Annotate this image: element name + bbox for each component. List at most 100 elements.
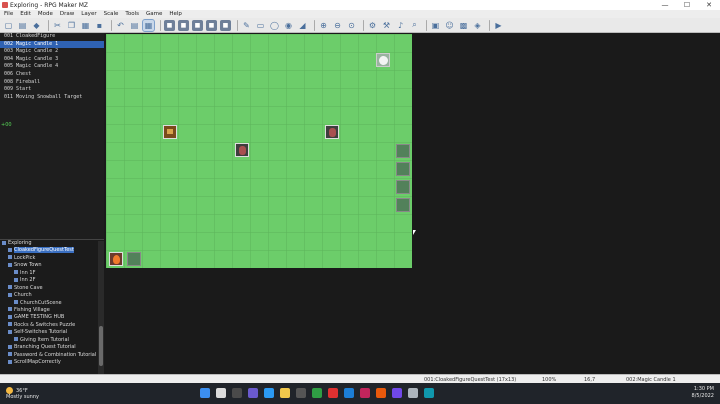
rectangle-icon[interactable]: ▭: [255, 20, 266, 31]
map-tree-item[interactable]: Church: [0, 292, 104, 299]
chest-event-tile[interactable]: [163, 125, 177, 139]
event-item[interactable]: 003 Magic Candle 2: [0, 48, 104, 56]
map-tree-item[interactable]: ScrollMapCorrectly: [0, 359, 104, 366]
map-editor-canvas[interactable]: [104, 33, 720, 374]
event-searcher-icon[interactable]: ⌕: [409, 20, 420, 31]
map-tree-item[interactable]: Password & Combination Tutorial: [0, 352, 104, 359]
minimize-button[interactable]: —: [654, 0, 676, 10]
menu-file[interactable]: File: [4, 11, 13, 17]
edge-icon[interactable]: [264, 388, 274, 398]
resource-manager-icon[interactable]: ▣: [430, 20, 441, 31]
layer-d-icon[interactable]: ■: [206, 19, 217, 31]
menu-layer[interactable]: Layer: [81, 11, 96, 17]
options-icon[interactable]: ▩: [458, 20, 469, 31]
menu-help[interactable]: Help: [169, 11, 182, 17]
open-project-icon[interactable]: ▤: [17, 20, 28, 31]
new-project-icon[interactable]: ▢: [3, 20, 14, 31]
magic-candle-event-tile[interactable]: [396, 162, 410, 176]
store-icon[interactable]: [296, 388, 306, 398]
file-explorer-icon[interactable]: [280, 388, 290, 398]
map-grid[interactable]: [106, 34, 412, 268]
pencil-icon[interactable]: ✎: [241, 20, 252, 31]
menu-draw[interactable]: Draw: [60, 11, 74, 17]
map-tree-root[interactable]: Exploring: [0, 240, 104, 247]
maximize-button[interactable]: ☐: [676, 0, 698, 10]
game-folder-icon[interactable]: ◈: [472, 20, 483, 31]
magic-candle-event-tile[interactable]: [396, 144, 410, 158]
event-item[interactable]: 008 Fireball: [0, 79, 104, 87]
plugin-manager-icon[interactable]: ⚒: [381, 20, 392, 31]
menu-mode[interactable]: Mode: [38, 11, 53, 17]
zoom-actual-icon[interactable]: ⊙: [346, 20, 357, 31]
excel-icon[interactable]: [312, 388, 322, 398]
save-project-icon[interactable]: ◆: [31, 20, 42, 31]
close-button[interactable]: ✕: [698, 0, 720, 10]
layer-c-icon[interactable]: ■: [192, 19, 203, 31]
app-icon[interactable]: [408, 388, 418, 398]
map-tree-item[interactable]: Rocks & Switches Puzzle: [0, 322, 104, 329]
character-generator-icon[interactable]: ☺: [444, 20, 455, 31]
playtest-icon[interactable]: ▶: [493, 20, 504, 31]
cut-icon[interactable]: ✂: [52, 20, 63, 31]
event-item[interactable]: 004 Magic Candle 3: [0, 56, 104, 64]
event-item-selected[interactable]: 002 Magic Candle 1: [0, 40, 104, 49]
zoom-out-icon[interactable]: ⊖: [332, 20, 343, 31]
rpgmaker-icon[interactable]: [424, 388, 434, 398]
layer-a-icon[interactable]: ■: [164, 19, 175, 31]
map-tree-item[interactable]: ChurchCutScene: [0, 300, 104, 307]
map-tree-item[interactable]: Stone Cave: [0, 285, 104, 292]
search-icon[interactable]: [216, 388, 226, 398]
layer-e-icon[interactable]: ■: [220, 19, 231, 31]
fireball-event-tile[interactable]: [109, 252, 123, 266]
map-tree-item[interactable]: Snow Town: [0, 262, 104, 269]
undo-icon[interactable]: ↶: [115, 20, 126, 31]
ellipse-icon[interactable]: ◯: [269, 20, 280, 31]
scrollbar-thumb[interactable]: [99, 326, 103, 366]
magic-candle-event-tile[interactable]: [396, 198, 410, 212]
app-icon[interactable]: [360, 388, 370, 398]
copy-icon[interactable]: ❐: [66, 20, 77, 31]
character-event-tile[interactable]: [235, 143, 249, 157]
menu-edit[interactable]: Edit: [20, 11, 31, 17]
widgets-icon[interactable]: [248, 388, 258, 398]
magic-candle-event-tile[interactable]: [396, 180, 410, 194]
sound-test-icon[interactable]: ♪: [395, 20, 406, 31]
layer-b-icon[interactable]: ■: [178, 19, 189, 31]
menu-tools[interactable]: Tools: [125, 11, 139, 17]
shadow-pen-icon[interactable]: ◢: [297, 20, 308, 31]
cloaked-figure-event-tile[interactable]: [325, 125, 339, 139]
task-view-icon[interactable]: [232, 388, 242, 398]
map-tree-item[interactable]: Giving Item Tutorial: [0, 337, 104, 344]
map-tree-item[interactable]: Inn 2F: [0, 277, 104, 284]
app-icon[interactable]: [376, 388, 386, 398]
event-item[interactable]: 005 Magic Candle 4: [0, 63, 104, 71]
map-tree-item[interactable]: GAME TESTING HUB: [0, 314, 104, 321]
start-event-tile[interactable]: [127, 252, 141, 266]
map-tree-item[interactable]: Branching Quest Tutorial: [0, 344, 104, 351]
fill-icon[interactable]: ◉: [283, 20, 294, 31]
delete-icon[interactable]: ▪: [94, 20, 105, 31]
event-item[interactable]: 009 Start: [0, 86, 104, 94]
weather-widget[interactable]: 36°F Mostly sunny: [6, 387, 39, 400]
event-item[interactable]: 011 Moving Snowball Target: [0, 94, 104, 102]
system-clock[interactable]: 1:30 PM 8/5/2022: [692, 386, 714, 400]
map-tree-item[interactable]: LockPick: [0, 255, 104, 262]
map-tree-item[interactable]: Inn 1F: [0, 270, 104, 277]
map-mode-icon[interactable]: ▤: [129, 20, 140, 31]
event-item[interactable]: 006 Chest: [0, 71, 104, 79]
menu-scale[interactable]: Scale: [104, 11, 119, 17]
paste-icon[interactable]: ▦: [80, 20, 91, 31]
map-tree-item[interactable]: Self-Switches Tutorial: [0, 329, 104, 336]
steam-icon[interactable]: [344, 388, 354, 398]
snowball-event-tile[interactable]: [376, 53, 390, 67]
database-icon[interactable]: ⚙: [367, 20, 378, 31]
zoom-in-icon[interactable]: ⊕: [318, 20, 329, 31]
event-item[interactable]: 001 CloakedFigure: [0, 33, 104, 41]
chrome-icon[interactable]: [328, 388, 338, 398]
map-tree-item[interactable]: Fishing Village: [0, 307, 104, 314]
app-icon[interactable]: [392, 388, 402, 398]
start-icon[interactable]: [200, 388, 210, 398]
event-mode-icon[interactable]: ▦: [142, 18, 155, 32]
menu-game[interactable]: Game: [146, 11, 162, 17]
map-tree-item[interactable]: CloakedFigureQuestTest: [0, 247, 104, 254]
